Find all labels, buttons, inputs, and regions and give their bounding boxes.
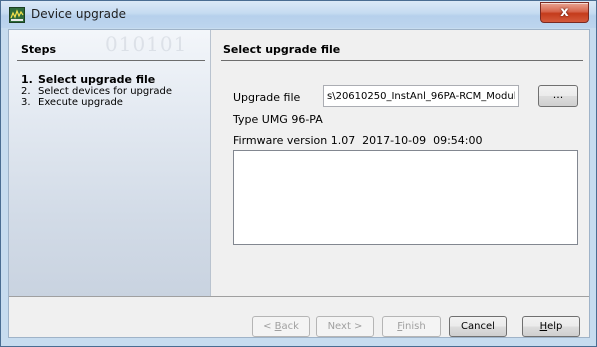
main-panel: Select upgrade file Upgrade file ... Typ… [211, 30, 589, 296]
watermark-decoration: 010101 [105, 32, 188, 56]
cancel-button[interactable]: Cancel [449, 316, 507, 337]
back-label-prefix: < [263, 321, 275, 332]
app-icon [9, 7, 25, 23]
page-title: Select upgrade file [223, 43, 341, 56]
window-title: Device upgrade [31, 7, 126, 21]
upgrade-file-label: Upgrade file [233, 91, 301, 104]
finish-label-suffix: inish [402, 321, 426, 332]
step-label: Select upgrade file [38, 73, 156, 86]
steps-panel: 010101 Steps 1. Select upgrade file 2. Sel… [9, 30, 211, 296]
step-number: 1. [21, 73, 33, 86]
step-item-select-devices: 2. Select devices for upgrade [21, 86, 172, 97]
close-icon: x [560, 5, 569, 20]
next-button[interactable]: Next > [316, 316, 374, 337]
title-bar[interactable]: Device upgrade x [1, 1, 596, 28]
step-number: 2. [21, 86, 31, 97]
finish-button[interactable]: Finish [382, 316, 441, 337]
firmware-version-text: Firmware version 1.07 2017-10-09 09:54:0… [233, 134, 483, 147]
back-label-suffix: ack [281, 321, 299, 332]
upgrade-file-input[interactable] [323, 85, 519, 107]
step-number: 3. [21, 97, 31, 108]
device-type-text: Type UMG 96-PA [233, 113, 323, 126]
back-mnemonic: B [274, 321, 282, 332]
steps-list: 1. Select upgrade file 2. Select devices f… [21, 74, 172, 109]
steps-heading: Steps [21, 43, 57, 56]
step-label: Execute upgrade [38, 97, 123, 108]
footer-divider [9, 296, 589, 297]
steps-divider [17, 60, 205, 61]
back-button[interactable]: < Back [252, 316, 310, 337]
device-upgrade-window: Device upgrade x 010101 Steps 1. Select u… [0, 0, 597, 347]
help-label-suffix: elp [547, 321, 563, 332]
browse-button[interactable]: ... [538, 85, 578, 107]
title-divider [221, 60, 583, 61]
dialog-client-area: 010101 Steps 1. Select upgrade file 2. Sel… [8, 29, 590, 338]
help-button[interactable]: Help [522, 316, 580, 337]
help-mnemonic: H [539, 321, 548, 332]
step-item-execute-upgrade: 3. Execute upgrade [21, 97, 172, 108]
close-button[interactable]: x [540, 2, 589, 23]
step-item-select-upgrade-file: 1. Select upgrade file [21, 74, 172, 86]
file-info-box [233, 150, 578, 245]
step-label: Select devices for upgrade [38, 86, 172, 97]
